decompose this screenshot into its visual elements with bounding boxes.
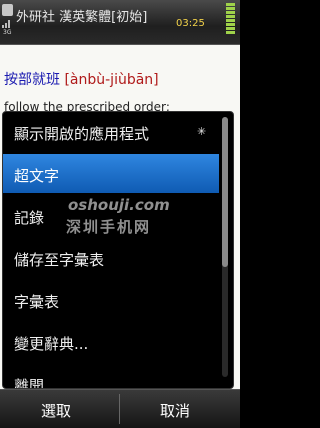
menu-item-label: 離開 bbox=[14, 377, 45, 389]
multitask-icon: ✳ bbox=[197, 125, 207, 138]
clock: 03:25 bbox=[176, 18, 205, 29]
menu-item-change-dictionary[interactable]: 變更辭典... bbox=[3, 322, 219, 361]
options-menu: 顯示開啟的應用程式 ✳ 超文字 記錄 儲存至字彙表 字彙表 變更辭典... 離開 bbox=[2, 111, 234, 389]
app-icon bbox=[2, 4, 13, 16]
pinyin: [ànbù-jiùbān] bbox=[64, 72, 159, 88]
battery-icon bbox=[226, 3, 235, 37]
cancel-softkey[interactable]: 取消 bbox=[160, 400, 190, 421]
scrollbar-thumb[interactable] bbox=[222, 117, 228, 267]
watermark-site-name: 深圳手机网 bbox=[66, 218, 152, 236]
menu-item-label: 變更辭典... bbox=[14, 335, 89, 353]
menu-item-show-open-apps[interactable]: 顯示開啟的應用程式 ✳ bbox=[3, 112, 219, 151]
menu-item-save-to-wordlist[interactable]: 儲存至字彙表 bbox=[3, 238, 219, 277]
status-bar: 外研社 漢英繁體[初始] 03:25 3G bbox=[0, 0, 240, 45]
watermark-domain: oshouji.com bbox=[68, 196, 170, 214]
softkey-divider bbox=[119, 394, 120, 424]
select-softkey[interactable]: 選取 bbox=[41, 400, 71, 421]
menu-item-label: 顯示開啟的應用程式 bbox=[14, 125, 150, 143]
menu-item-hypertext[interactable]: 超文字 bbox=[3, 154, 219, 193]
menu-item-label: 記錄 bbox=[14, 209, 45, 227]
network-indicator: 3G bbox=[3, 29, 12, 36]
window-title: 外研社 漢英繁體[初始] bbox=[16, 10, 148, 25]
menu-item-exit[interactable]: 離開 bbox=[3, 364, 219, 389]
softkey-bar: 選取 取消 bbox=[0, 389, 240, 428]
menu-item-label: 儲存至字彙表 bbox=[14, 251, 105, 269]
menu-item-label: 字彙表 bbox=[14, 293, 60, 311]
menu-item-wordlist[interactable]: 字彙表 bbox=[3, 280, 219, 319]
entry-line: 按部就班 [ànbù-jiùbān] bbox=[4, 69, 159, 89]
menu-item-label: 超文字 bbox=[14, 167, 60, 185]
menu-scrollbar[interactable] bbox=[222, 117, 228, 377]
signal-icon bbox=[2, 18, 12, 28]
headword[interactable]: 按部就班 bbox=[4, 72, 60, 88]
